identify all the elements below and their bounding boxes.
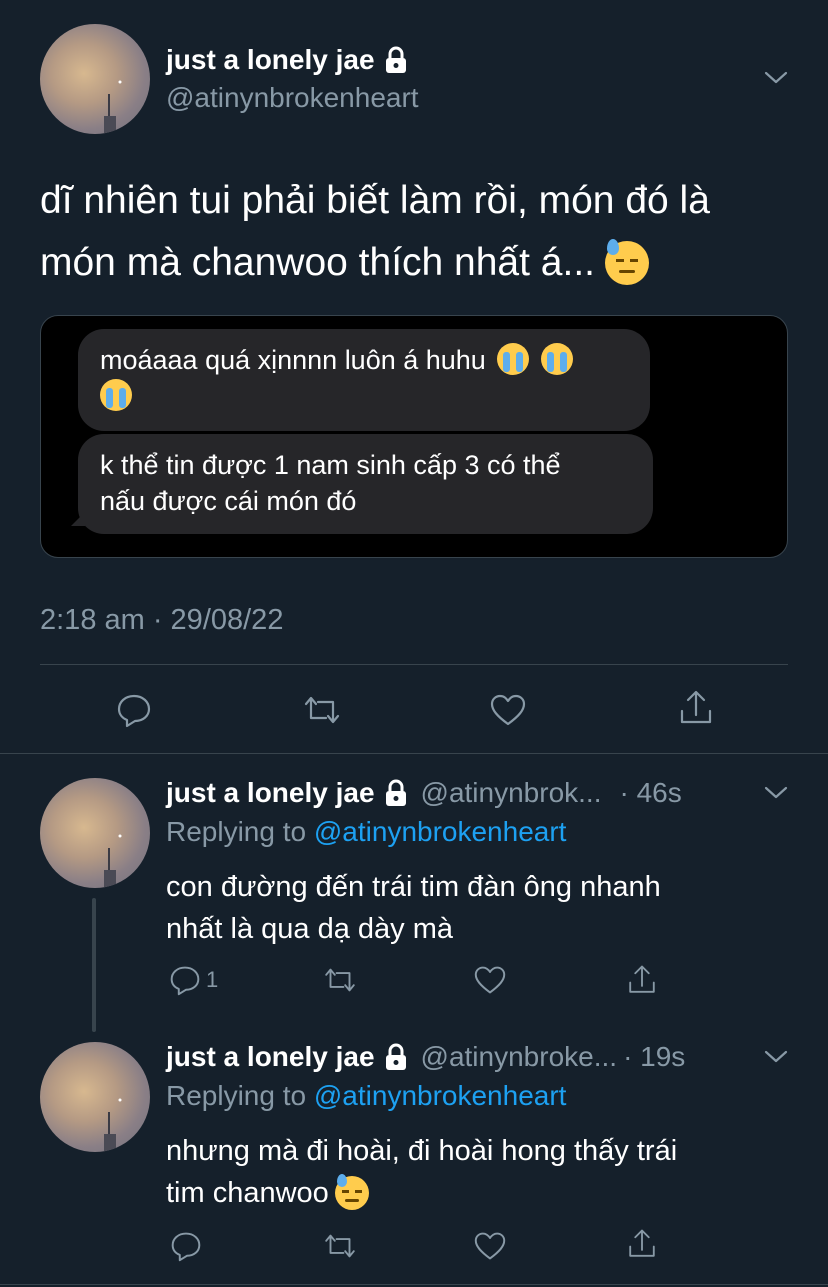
like-icon[interactable] — [470, 962, 510, 998]
replying-to-handle[interactable]: @atinynbrokenheart — [314, 816, 567, 847]
time[interactable]: · 46s — [619, 777, 681, 809]
divider — [0, 753, 828, 754]
replying-to-label: Replying to — [166, 816, 307, 847]
reply-icon[interactable] — [114, 690, 154, 730]
thread-line — [92, 898, 96, 1032]
retweet-icon[interactable] — [300, 690, 344, 730]
tweet-text: dĩ nhiên tui phải biết làm rồi, món đó l… — [40, 170, 710, 294]
share-icon[interactable] — [676, 688, 716, 728]
reply-count: 1 — [206, 967, 219, 992]
message-bubble: k thể tin được 1 nam sinh cấp 3 có thể n… — [78, 434, 653, 534]
loudly-crying-face-emoji — [100, 379, 132, 411]
reply-text-line1: nhưng mà đi hoài, đi hoài hong thấy trái — [166, 1135, 678, 1167]
replying-to: Replying to @atinynbrokenheart — [166, 816, 566, 848]
message-text: nấu được cái món đó — [100, 486, 357, 516]
bubble-tail — [71, 512, 85, 526]
handle[interactable]: @atinynbrok... — [421, 777, 602, 809]
loudly-crying-face-emoji — [540, 343, 573, 375]
share-icon[interactable] — [624, 962, 660, 998]
handle[interactable]: @atinynbrokenheart — [166, 82, 419, 114]
display-name[interactable]: just a lonely jae — [166, 44, 375, 76]
avatar[interactable] — [40, 24, 150, 134]
like-icon[interactable] — [488, 690, 528, 730]
reply-text: nhưng mà đi hoài, đi hoài hong thấy trái… — [166, 1130, 677, 1214]
avatar[interactable] — [40, 1042, 150, 1152]
replying-to: Replying to @atinynbrokenheart — [166, 1080, 566, 1112]
retweet-icon[interactable] — [318, 962, 362, 998]
replying-to-handle[interactable]: @atinynbrokenheart — [314, 1080, 567, 1111]
downcast-face-with-sweat-emoji — [334, 1174, 369, 1210]
tweet-text-line2: món mà chanwoo thích nhất á... — [40, 241, 595, 284]
reply-text: con đường đến trái tim đàn ông nhanh nhấ… — [166, 866, 661, 950]
divider — [40, 664, 788, 665]
reply-text-line2: tim chanwoo — [166, 1177, 329, 1209]
tweet-image[interactable]: moáaaa quá xịnnnn luôn á huhu k thể tin … — [40, 315, 788, 558]
reply-icon — [168, 964, 202, 996]
reply-icon[interactable] — [168, 1228, 204, 1264]
lock-icon — [385, 779, 406, 806]
handle[interactable]: @atinynbroke... — [421, 1041, 618, 1073]
message-text: k thể tin được 1 nam sinh cấp 3 có thể — [100, 450, 561, 480]
chevron-down-icon[interactable] — [760, 62, 792, 94]
message-bubble: moáaaa quá xịnnnn luôn á huhu — [78, 329, 650, 431]
replying-to-label: Replying to — [166, 1080, 307, 1111]
chevron-down-icon[interactable] — [760, 780, 792, 806]
share-icon[interactable] — [624, 1226, 660, 1262]
tweet-text-line1: dĩ nhiên tui phải biết làm rồi, món đó l… — [40, 179, 710, 222]
loudly-crying-face-emoji — [497, 343, 530, 375]
reply-text-line1: con đường đến trái tim đàn ông nhanh — [166, 871, 661, 903]
retweet-icon[interactable] — [318, 1228, 362, 1264]
avatar[interactable] — [40, 778, 150, 888]
reply-button[interactable]: 1 — [168, 962, 218, 998]
avatar-image — [104, 80, 122, 134]
lock-icon — [385, 46, 406, 73]
timestamp[interactable]: 2:18 am · 29/08/22 — [40, 604, 283, 637]
reply-text-line2: nhất là qua dạ dày mà — [166, 913, 453, 945]
avatar-image — [104, 834, 122, 888]
time[interactable]: · 19s — [623, 1041, 685, 1073]
avatar-image — [104, 1098, 122, 1152]
lock-icon — [385, 1043, 406, 1070]
downcast-face-with-sweat-emoji — [605, 239, 649, 285]
display-name[interactable]: just a lonely jae — [166, 1041, 375, 1073]
like-icon[interactable] — [470, 1228, 510, 1264]
display-name[interactable]: just a lonely jae — [166, 777, 375, 809]
divider — [0, 1284, 828, 1285]
message-text: moáaaa quá xịnnnn luôn á huhu — [100, 345, 486, 375]
chevron-down-icon[interactable] — [760, 1044, 792, 1070]
